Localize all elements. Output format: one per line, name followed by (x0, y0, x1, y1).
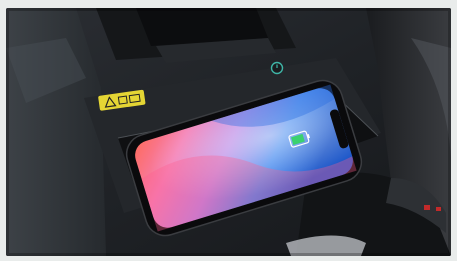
red-indicator-light (424, 205, 430, 210)
red-indicator-light (436, 207, 441, 211)
photo-canvas (6, 8, 451, 256)
car-console-photo (6, 8, 451, 256)
power-button-icon[interactable] (270, 61, 284, 75)
